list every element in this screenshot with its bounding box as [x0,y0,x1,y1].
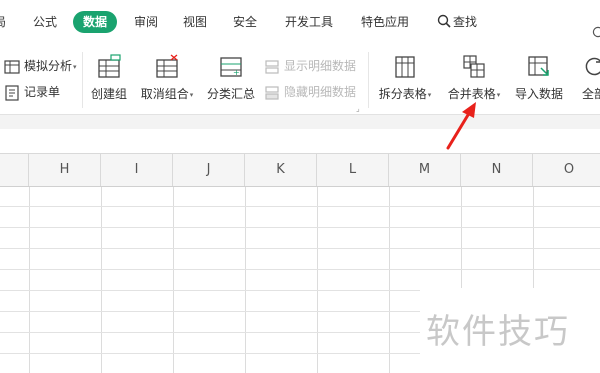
column-header-j[interactable]: J [173,154,245,186]
column-header-m[interactable]: M [389,154,461,186]
tab-review[interactable]: 审阅 [134,11,158,33]
import-data-icon [528,56,549,76]
tab-security[interactable]: 安全 [233,11,257,33]
record-sheet-button[interactable]: 记录单 [4,82,60,102]
simulate-analysis-label: 模拟分析 [24,59,73,73]
merge-table-label: 合并表格 [447,87,496,101]
tab-page-layout[interactable]: 局 [0,11,6,33]
grid-line [245,187,246,373]
tab-formulas[interactable]: 公式 [33,11,57,33]
column-header-k[interactable]: K [245,154,317,186]
create-group-button[interactable]: 创建组 [88,54,130,108]
svg-text:+: + [233,68,240,77]
refresh-icon [585,57,600,76]
annotation-arrow [446,102,476,150]
simulate-analysis-button[interactable]: 模拟分析▾ [4,56,77,76]
chevron-down-icon: ▾ [496,90,501,99]
simulate-analysis-icon [4,59,20,74]
grid-line [0,248,600,249]
chevron-down-icon: ▾ [189,90,194,99]
import-data-label: 导入数据 [514,87,563,101]
show-detail-icon [265,59,279,74]
import-data-button[interactable]: 导入数据 [512,54,566,108]
column-header-h[interactable]: H [29,154,101,186]
grid-line [317,187,318,373]
split-table-button[interactable]: 拆分表格▾ [376,54,434,108]
show-detail-label: 显示明细数据 [284,59,357,73]
hide-detail-label: 隐藏明细数据 [284,85,357,99]
create-group-icon [98,54,121,78]
hide-detail-icon [265,85,279,100]
subtotal-label: 分类汇总 [206,87,255,101]
grid-line [0,269,600,270]
ungroup-icon [156,54,178,78]
watermark: 软件技巧 [420,288,600,373]
record-sheet-icon [5,84,19,101]
refresh-all-label: 全部 [581,87,600,101]
grid-line [101,187,102,373]
chevron-down-icon: ▾ [427,90,432,99]
tab-data[interactable]: 数据 [73,11,118,33]
formula-bar-area [0,129,600,153]
hide-detail-button[interactable]: 隐藏明细数据 [264,82,356,102]
column-header-partial[interactable] [0,154,29,186]
watermark-text: 软件技巧 [426,312,570,352]
column-header-i[interactable]: I [101,154,173,186]
search-button[interactable]: 查找 [437,11,477,33]
split-table-label: 拆分表格 [378,87,427,101]
column-header-l[interactable]: L [317,154,389,186]
tab-view[interactable]: 视图 [183,11,207,33]
separator [82,52,83,108]
record-sheet-label: 记录单 [24,85,61,99]
column-header-o[interactable]: O [533,154,600,186]
subtotal-button[interactable]: + 分类汇总 [205,54,257,108]
grid-line [29,187,30,373]
refresh-all-button[interactable]: 全部 [574,54,600,108]
grid-line [173,187,174,373]
merge-table-icon [463,55,485,78]
grid-line [389,187,390,373]
tab-special-apps[interactable]: 特色应用 [361,11,409,33]
column-headers: H I J K L M N O [0,153,600,187]
expand-dialog-icon[interactable]: ⌟ [356,104,360,113]
split-table-icon [395,56,415,78]
more-icon[interactable] [592,26,600,38]
subtotal-icon: + [220,57,242,77]
ungroup-label: 取消组合 [140,87,189,101]
column-header-n[interactable]: N [461,154,533,186]
tab-developer-tools[interactable]: 开发工具 [285,11,333,33]
search-label: 查找 [453,15,478,29]
search-icon [437,14,451,28]
menu-bar: 局 公式 数据 审阅 视图 安全 开发工具 特色应用 查找 [0,0,600,44]
ungroup-button[interactable]: 取消组合▾ [137,54,197,108]
show-detail-button[interactable]: 显示明细数据 [264,56,356,76]
grid-line [0,227,600,228]
grid-line [0,206,600,207]
separator [368,52,369,108]
ribbon-bottom-bar [0,114,600,129]
ribbon-toolbar: 模拟分析▾ 记录单 创建组 取消组合▾ + 分类汇总 显示明细数据 隐藏明细数据… [0,44,600,114]
create-group-label: 创建组 [90,87,127,101]
